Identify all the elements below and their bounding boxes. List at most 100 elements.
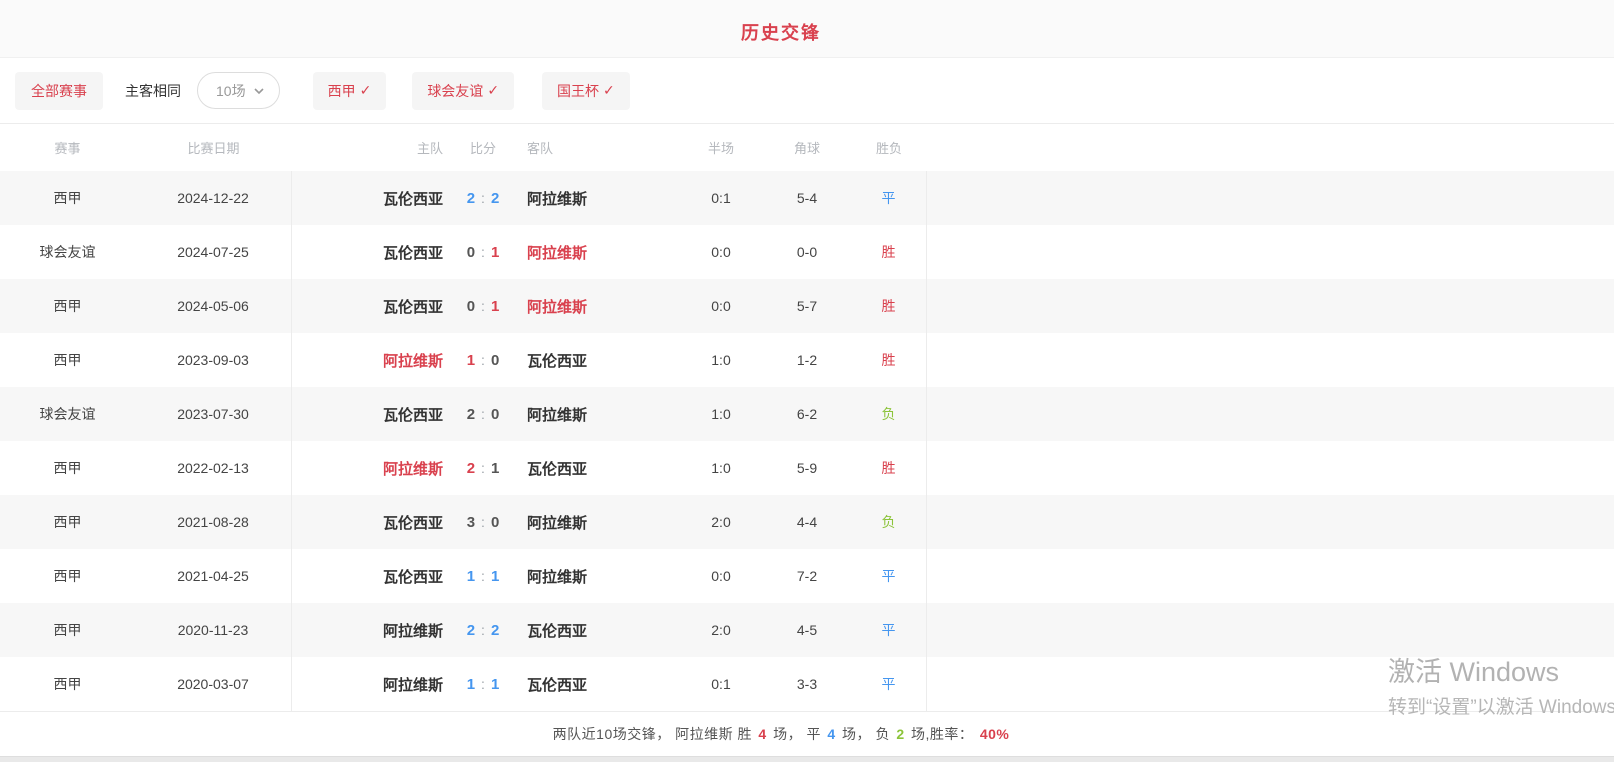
row-halftime: 0:1 [679,676,763,692]
row-home-team: 阿拉维斯 [292,350,447,371]
home-score: 0 [467,298,475,315]
row-home-team: 瓦伦西亚 [292,512,447,533]
home-score: 1 [467,352,475,369]
row-score: 2:2 [447,190,519,207]
h2h-table: 赛事 比赛日期 主队 比分 客队 半场 角球 胜负 西甲 2024-12-22 … [0,124,1614,711]
header-date: 比赛日期 [135,124,292,171]
away-score: 0 [491,352,499,369]
filter-all-competitions-button[interactable]: 全部赛事 [15,72,103,110]
row-score: 1:0 [447,352,519,369]
row-home-team: 瓦伦西亚 [292,566,447,587]
filter-bar: 全部赛事 主客相同 10场 西甲 ✓ 球会友谊 ✓ 国王杯 ✓ [0,58,1614,124]
header-corners: 角球 [763,138,851,157]
home-score: 1 [467,676,475,693]
summary-text: 两队近10场交锋， 阿拉维斯 胜 4 场， 平 4 场， 负 2 场,胜率： 4… [552,726,1011,742]
table-row: 球会友谊 2023-07-30 瓦伦西亚 2:0 阿拉维斯 1:0 6-2 负 [0,387,1614,441]
table-row: 西甲 2021-08-28 瓦伦西亚 3:0 阿拉维斯 2:0 4-4 负 [0,495,1614,549]
match-count-dropdown[interactable]: 10场 [197,72,280,109]
row-corners: 4-4 [763,514,851,530]
page-title: 历史交锋 [741,0,821,45]
row-date: 2024-05-06 [135,279,292,333]
row-home-team: 瓦伦西亚 [292,296,447,317]
row-home-team: 瓦伦西亚 [292,242,447,263]
row-result: 胜 [851,279,927,333]
row-result: 平 [851,549,927,603]
filter-chip-laliga[interactable]: 西甲 ✓ [313,72,387,110]
table-row: 西甲 2020-11-23 阿拉维斯 2:2 瓦伦西亚 2:0 4-5 平 [0,603,1614,657]
table-row: 西甲 2024-12-22 瓦伦西亚 2:2 阿拉维斯 0:1 5-4 平 [0,171,1614,225]
header-halftime: 半场 [679,138,763,157]
home-score: 1 [467,568,475,585]
header-away: 客队 [519,138,679,157]
row-league: 西甲 [0,296,135,316]
row-home-team: 阿拉维斯 [292,674,447,695]
home-score: 2 [467,460,475,477]
row-result: 平 [851,603,927,657]
row-date: 2023-07-30 [135,387,292,441]
row-corners: 0-0 [763,244,851,260]
home-score: 2 [467,190,475,207]
away-score: 2 [491,190,499,207]
header-score: 比分 [447,138,519,157]
filter-same-home-away[interactable]: 主客相同 [125,81,181,101]
row-corners: 6-2 [763,406,851,422]
home-score: 2 [467,622,475,639]
table-row: 西甲 2023-09-03 阿拉维斯 1:0 瓦伦西亚 1:0 1-2 胜 [0,333,1614,387]
row-halftime: 2:0 [679,514,763,530]
row-date: 2021-08-28 [135,495,292,549]
row-league: 球会友谊 [0,242,135,262]
away-score: 1 [491,298,499,315]
row-corners: 4-5 [763,622,851,638]
row-date: 2024-12-22 [135,171,292,225]
row-halftime: 0:1 [679,190,763,206]
row-league: 西甲 [0,350,135,370]
header-home: 主队 [292,138,447,157]
table-row: 西甲 2021-04-25 瓦伦西亚 1:1 阿拉维斯 0:0 7-2 平 [0,549,1614,603]
row-date: 2021-04-25 [135,549,292,603]
row-league: 西甲 [0,566,135,586]
row-league: 球会友谊 [0,404,135,424]
row-date: 2024-07-25 [135,225,292,279]
row-away-team: 阿拉维斯 [519,512,679,533]
row-score: 2:0 [447,406,519,423]
home-score: 2 [467,406,475,423]
row-result: 平 [851,171,927,225]
away-score: 1 [491,568,499,585]
row-score: 3:0 [447,514,519,531]
row-result: 胜 [851,225,927,279]
bottom-strip [0,756,1614,762]
row-corners: 5-7 [763,298,851,314]
home-score: 3 [467,514,475,531]
row-away-team: 阿拉维斯 [519,296,679,317]
home-score: 0 [467,244,475,261]
head-to-head-panel: 历史交锋 全部赛事 主客相同 10场 西甲 ✓ 球会友谊 ✓ 国王杯 ✓ 赛事 … [0,0,1614,763]
filter-chip-club-friendly[interactable]: 球会友谊 ✓ [412,72,514,110]
row-corners: 7-2 [763,568,851,584]
row-away-team: 瓦伦西亚 [519,350,679,371]
row-home-team: 瓦伦西亚 [292,188,447,209]
row-corners: 5-9 [763,460,851,476]
row-away-team: 阿拉维斯 [519,566,679,587]
checkmark-icon: ✓ [487,82,499,99]
match-count-value: 10场 [216,81,246,101]
row-away-team: 阿拉维斯 [519,242,679,263]
row-result: 胜 [851,333,927,387]
row-score: 0:1 [447,244,519,261]
row-score: 2:2 [447,622,519,639]
panel-header: 历史交锋 [0,0,1614,58]
row-score: 2:1 [447,460,519,477]
row-score: 1:1 [447,568,519,585]
row-league: 西甲 [0,188,135,208]
row-halftime: 0:0 [679,244,763,260]
row-score: 0:1 [447,298,519,315]
row-league: 西甲 [0,620,135,640]
filter-chip-copa-del-rey[interactable]: 国王杯 ✓ [542,72,630,110]
row-corners: 5-4 [763,190,851,206]
chevron-down-icon [253,85,265,97]
table-row: 西甲 2020-03-07 阿拉维斯 1:1 瓦伦西亚 0:1 3-3 平 [0,657,1614,711]
row-halftime: 2:0 [679,622,763,638]
summary-bar: 两队近10场交锋， 阿拉维斯 胜 4 场， 平 4 场， 负 2 场,胜率： 4… [0,711,1614,756]
table-row: 球会友谊 2024-07-25 瓦伦西亚 0:1 阿拉维斯 0:0 0-0 胜 [0,225,1614,279]
table-row: 西甲 2024-05-06 瓦伦西亚 0:1 阿拉维斯 0:0 5-7 胜 [0,279,1614,333]
away-score: 1 [491,244,499,261]
